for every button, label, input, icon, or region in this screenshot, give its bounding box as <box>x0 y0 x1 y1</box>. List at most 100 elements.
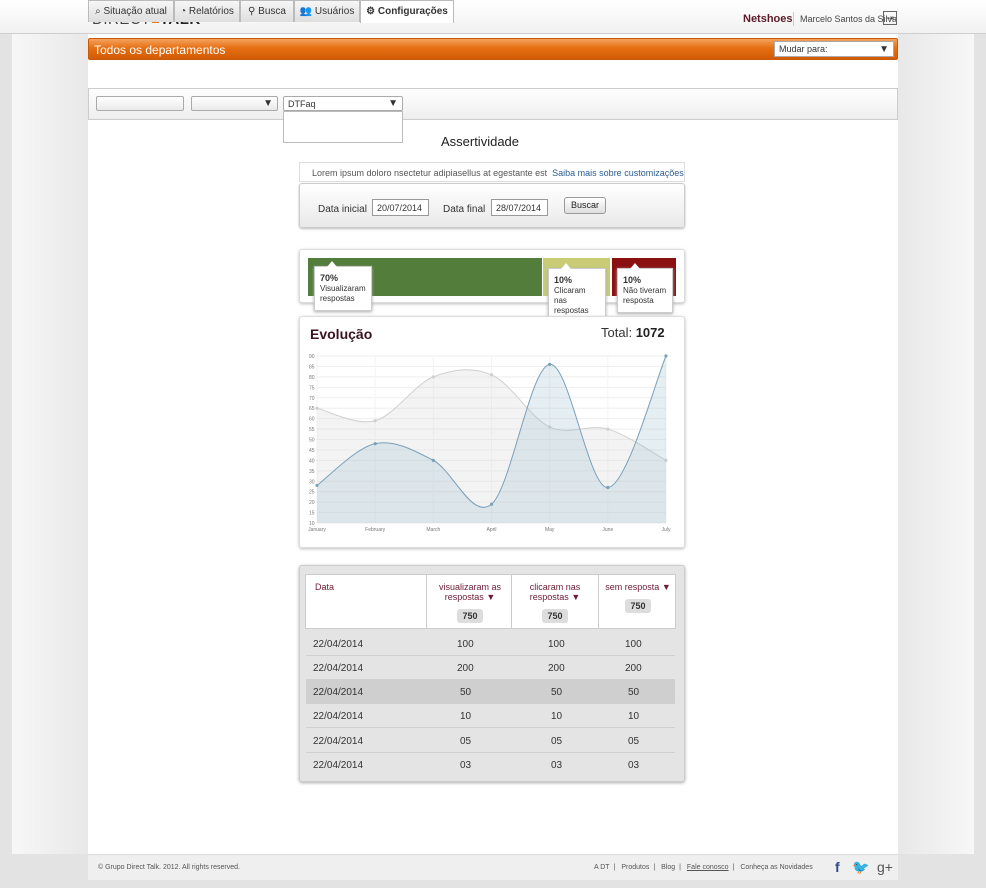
data-point <box>373 442 377 446</box>
copyright-text: © Grupo Direct Talk. 2012. All rights re… <box>98 864 240 871</box>
x-tick-label: March <box>426 527 440 533</box>
cell-visualized: 200 <box>457 663 474 674</box>
x-tick-label: January <box>308 527 326 533</box>
tooltip-label: Visualizaram respostas <box>320 284 366 303</box>
cell-visualized: 10 <box>460 711 472 722</box>
googleplus-icon[interactable]: g+ <box>877 859 893 875</box>
y-tick-label: 90 <box>309 354 315 360</box>
column-header-label: sem resposta <box>605 582 660 592</box>
department-switch-label: Mudar para: <box>779 44 828 54</box>
data-point <box>315 406 319 410</box>
y-tick-label: 20 <box>309 500 315 506</box>
chevron-down-icon: ▼ <box>263 98 273 109</box>
start-date-input[interactable]: 20/07/2014 <box>372 199 429 216</box>
department-title: Todos os departamentos <box>94 43 226 57</box>
y-tick-label: 35 <box>309 469 315 475</box>
gear-icon: ⚙ <box>366 6 376 17</box>
tab-situacao-atual[interactable]: ⌕ Situação atual <box>88 0 174 22</box>
end-date-label: Data final <box>443 204 486 215</box>
footer-link-adt[interactable]: A DT <box>594 864 610 871</box>
tab-label: Relatórios <box>188 6 234 17</box>
column-divider <box>426 574 427 629</box>
tab-configuracoes[interactable]: ⚙ Configurações <box>360 0 454 23</box>
brand-name[interactable]: Netshoes <box>743 13 793 25</box>
y-tick-label: 40 <box>309 458 315 464</box>
table-row[interactable]: 22/04/2014 200 200 200 <box>306 656 675 680</box>
chart-title: Evolução <box>310 326 373 342</box>
cell-no-answer: 100 <box>625 639 642 650</box>
x-tick-label: July <box>662 527 671 533</box>
cell-date: 22/04/2014 <box>313 711 364 722</box>
footer-links: A DT | Produtos | Blog | Fale conosco | Conh… <box>594 864 813 871</box>
facebook-icon[interactable]: f <box>835 859 840 875</box>
logout-icon[interactable]: ⇥ <box>883 11 897 25</box>
y-tick-label: 80 <box>309 375 315 381</box>
evolution-line-chart: 1015202530354045505560657075808590Januar… <box>308 354 671 533</box>
customization-link[interactable]: Saiba mais sobre customizações <box>552 168 684 178</box>
end-date-input[interactable]: 28/07/2014 <box>491 199 548 216</box>
info-strip: Lorem ipsum doloro nsectetur adipiasellu… <box>299 162 685 182</box>
sort-down-icon[interactable]: ▼ <box>486 592 495 602</box>
filter-input-1[interactable] <box>96 96 184 111</box>
sort-down-icon[interactable]: ▼ <box>571 592 580 602</box>
y-tick-label: 55 <box>309 427 315 433</box>
cell-no-answer: 50 <box>628 687 640 698</box>
filter-select-3[interactable]: DTFaq ▼ <box>283 96 403 111</box>
cell-no-answer: 10 <box>628 711 640 722</box>
tab-busca[interactable]: ⚲ Busca <box>240 0 294 22</box>
y-tick-label: 25 <box>309 490 315 496</box>
table-row[interactable]: 22/04/2014 03 03 03 <box>306 753 675 777</box>
summary-tooltip-clicked: 10% Clicaram nas respostas <box>548 263 606 323</box>
x-tick-label: May <box>545 527 555 533</box>
dropdown-panel[interactable] <box>283 111 403 143</box>
cell-clicked: 03 <box>551 760 563 771</box>
right-gutter <box>898 34 974 854</box>
tooltip-percent: 70% <box>320 273 339 283</box>
data-point <box>489 502 494 506</box>
column-divider <box>511 574 512 629</box>
column-header-visualized[interactable]: visualizaram as respostas ▼ 750 <box>436 574 504 629</box>
data-point <box>315 483 319 488</box>
table-row[interactable]: 22/04/2014 100 100 100 <box>306 632 675 656</box>
cell-clicked: 100 <box>548 639 565 650</box>
column-header-date[interactable]: Data <box>315 574 415 629</box>
footer-link-blog[interactable]: Blog <box>661 864 675 871</box>
x-tick-label: February <box>365 527 386 533</box>
y-tick-label: 65 <box>309 406 315 412</box>
tab-relatorios[interactable]: ◔ Relatórios <box>174 0 240 22</box>
column-header-no-answer[interactable]: sem resposta ▼ 750 <box>602 574 674 629</box>
data-point <box>431 375 435 379</box>
filter-select-2[interactable]: ▼ <box>191 96 278 111</box>
cell-visualized: 05 <box>460 736 472 747</box>
left-gutter <box>12 34 88 854</box>
footer-link-novidades[interactable]: Conheça as Novidades <box>740 864 812 871</box>
twitter-icon[interactable]: 🐦 <box>852 859 869 876</box>
chevron-down-icon: ▼ <box>388 98 398 109</box>
table-row[interactable]: 22/04/2014 50 50 50 <box>306 680 675 704</box>
department-switch-select[interactable]: Mudar para: ▼ <box>774 41 894 57</box>
column-total-badge: 750 <box>542 609 568 623</box>
tooltip-label: Clicaram nas respostas <box>554 286 589 315</box>
search-button[interactable]: Buscar <box>564 197 606 214</box>
tooltip-label: Não tiveram resposta <box>623 286 667 305</box>
column-header-clicked[interactable]: clicaram nas respostas ▼ 750 <box>521 574 589 629</box>
footer-link-fale-conosco[interactable]: Fale conosco <box>687 864 729 871</box>
data-point <box>489 373 494 377</box>
cell-visualized: 03 <box>460 760 472 771</box>
data-point <box>431 458 435 462</box>
sort-down-icon[interactable]: ▼ <box>662 582 671 592</box>
table-row[interactable]: 22/04/2014 10 10 10 <box>306 704 675 728</box>
y-tick-label: 70 <box>309 396 315 402</box>
cell-clicked: 10 <box>551 711 563 722</box>
filter-select-3-value: DTFaq <box>288 99 316 109</box>
column-divider <box>598 574 599 629</box>
footer-link-produtos[interactable]: Produtos <box>621 864 649 871</box>
tab-label: Usuários <box>314 6 355 17</box>
cell-date: 22/04/2014 <box>313 736 364 747</box>
y-tick-label: 30 <box>309 479 315 485</box>
y-tick-label: 50 <box>309 438 315 444</box>
cell-no-answer: 03 <box>628 760 640 771</box>
tab-usuarios[interactable]: 👥 Usuários <box>294 0 360 22</box>
table-row[interactable]: 22/04/2014 05 05 05 <box>306 729 675 753</box>
column-header-label: Data <box>315 582 335 592</box>
